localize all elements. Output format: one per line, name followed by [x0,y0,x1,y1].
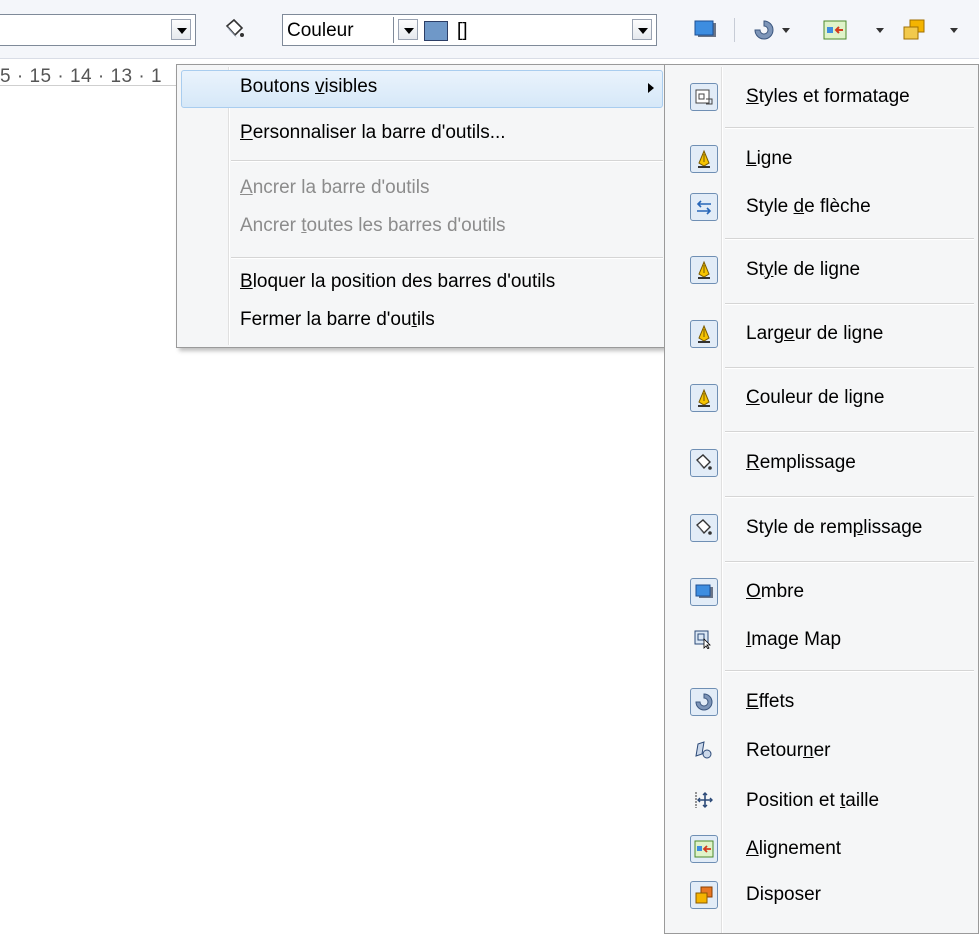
submenu-item-label: Style de remplissage [746,517,923,538]
submenu-item-label: Remplissage [746,452,856,473]
menu-item-dock-all-toolbars: Ancrer toutes les barres d'outils [177,209,667,245]
submenu-separator [725,367,974,369]
area-fill-icon[interactable] [222,17,246,41]
toolbar-context-menu: Boutons visibles Personnaliser la barre … [176,64,668,348]
submenu-item-label: Position et taille [746,790,880,811]
line-icon [690,145,718,173]
submenu-item-arrange[interactable]: Disposer [665,877,978,917]
submenu-item-label: Styles et formatage [746,86,910,107]
area-kind-dropdown-button[interactable] [398,19,418,40]
effects-dropdown-icon[interactable] [782,28,790,33]
alignment-icon[interactable] [823,18,847,42]
area-style-icon [690,514,718,542]
submenu-item-position-size[interactable]: Position et taille [665,783,978,823]
submenu-item-label: Retourner [746,740,831,761]
toolbar-separator [734,18,735,42]
effects-icon [690,688,718,716]
line-style-icon [690,256,718,284]
submenu-item-label: Largeur de ligne [746,323,884,344]
submenu-item-shadow[interactable]: Ombre [665,574,978,614]
ruler-baseline [0,85,178,86]
submenu-separator [725,670,974,672]
shadow-icon [690,578,718,606]
toolbar: Couleur [] [0,0,979,59]
menu-item-dock-toolbar: Ancrer la barre d'outils [177,171,667,207]
menu-separator [231,257,663,259]
line-width-icon [690,320,718,348]
visible-buttons-submenu: Styles et formatage Ligne Style de flèch… [664,64,979,934]
submenu-item-area-style[interactable]: Style de remplissage [665,510,978,550]
submenu-separator [725,496,974,498]
submenu-item-label: Style de ligne [746,259,861,280]
submenu-item-label: Disposer [746,884,821,905]
menu-item-lock-toolbar-position[interactable]: Bloquer la position des barres d'outils [177,265,667,301]
area-kind-value: Couleur [287,20,354,41]
submenu-item-area[interactable]: Remplissage [665,445,978,485]
submenu-item-label: Alignement [746,838,842,859]
submenu-separator [725,303,974,305]
horizontal-ruler: 5 · 15 · 14 · 13 · 1 [0,60,178,94]
style-dropdown-button[interactable] [171,19,191,40]
submenu-item-label: Couleur de ligne [746,387,885,408]
image-map-icon [690,626,718,654]
effects-icon[interactable] [752,18,776,42]
combo-divider [393,17,394,43]
menu-separator [231,160,663,162]
submenu-item-label: Ligne [746,148,793,169]
submenu-arrow-icon [648,83,654,93]
area-color-dropdown-button[interactable] [632,19,652,40]
submenu-item-image-map[interactable]: Image Map [665,622,978,662]
menu-item-visible-buttons[interactable]: Boutons visibles [181,70,663,108]
area-combobox[interactable]: Couleur [] [282,14,657,46]
submenu-separator [725,431,974,433]
arrange-icon [690,881,718,909]
alignment-icon [690,835,718,863]
submenu-separator [725,127,974,129]
submenu-item-alignment[interactable]: Alignement [665,831,978,871]
submenu-item-label: Effets [746,691,795,712]
menu-item-label: Ancrer la barre d'outils [240,177,430,198]
submenu-separator [725,238,974,240]
submenu-item-line-color[interactable]: Couleur de ligne [665,380,978,420]
submenu-item-label: Image Map [746,629,842,650]
arrange-dropdown-icon[interactable] [950,28,958,33]
submenu-item-label: Style de flèche [746,196,871,217]
area-icon [690,449,718,477]
menu-item-label: Fermer la barre d'outils [240,309,435,330]
line-color-icon [690,384,718,412]
color-swatch [424,21,448,41]
submenu-separator [725,561,974,563]
submenu-item-line-width[interactable]: Largeur de ligne [665,316,978,356]
submenu-item-line[interactable]: Ligne [665,141,978,181]
submenu-item-arrow-style[interactable]: Style de flèche [665,189,978,229]
submenu-item-flip[interactable]: Retourner [665,733,978,773]
arrow-style-icon [690,193,718,221]
menu-item-customize-toolbar[interactable]: Personnaliser la barre d'outils... [177,116,667,152]
arrange-icon[interactable] [902,18,926,42]
styles-formatting-icon [690,83,718,111]
submenu-item-styles-formatting[interactable]: Styles et formatage [665,79,978,119]
menu-item-label: Personnaliser la barre d'outils... [240,122,506,143]
flip-icon [690,737,718,765]
menu-item-label: Boutons visibles [240,76,378,97]
shadow-icon[interactable] [693,18,717,42]
position-size-icon [690,787,718,815]
submenu-item-label: Ombre [746,581,805,602]
menu-item-label: Bloquer la position des barres d'outils [240,271,556,292]
style-combobox[interactable] [0,14,196,46]
area-color-value: [] [457,20,468,41]
alignment-dropdown-icon[interactable] [876,28,884,33]
menu-item-close-toolbar[interactable]: Fermer la barre d'outils [177,303,667,339]
submenu-item-line-style[interactable]: Style de ligne [665,252,978,292]
submenu-item-effects[interactable]: Effets [665,684,978,724]
menu-item-label: Ancrer toutes les barres d'outils [240,215,506,236]
